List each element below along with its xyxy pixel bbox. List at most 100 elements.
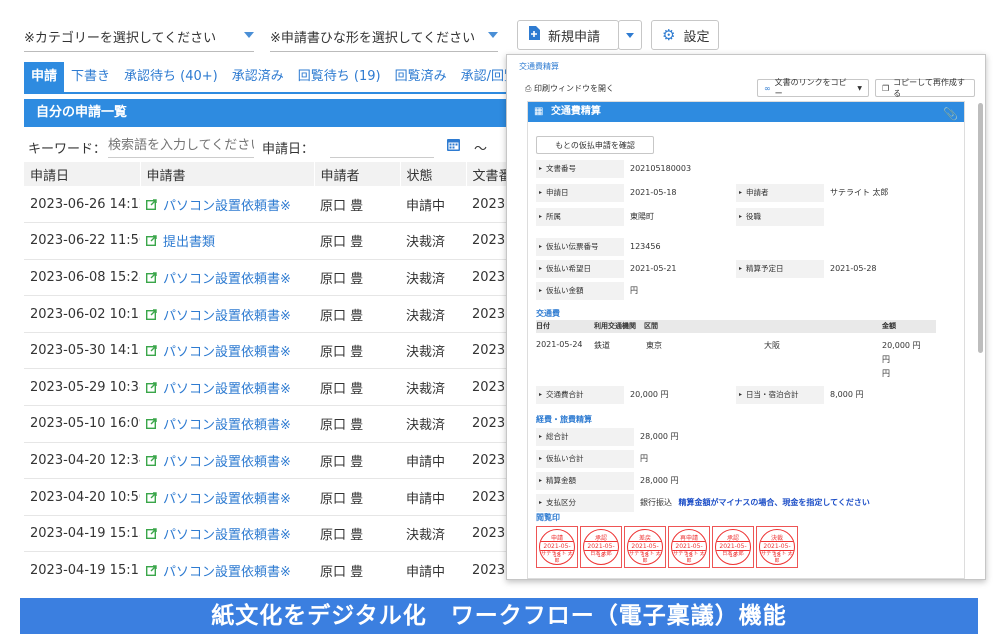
open-external-icon[interactable] [145, 491, 157, 507]
doc-number-cell: 20230 [466, 368, 506, 407]
document-link[interactable]: パソコン設置依頼書※ [163, 382, 291, 397]
check-advance-label: もとの仮払申請を確認 [555, 140, 635, 150]
payment-type-value: 銀行振込 [640, 498, 672, 507]
table-row[interactable]: 2023-04-19 15:11 パソコン設置依頼書※ 原口 豊申請中20230 [24, 551, 506, 580]
template-select[interactable]: ※申請書ひな形を選択してください [270, 18, 498, 52]
stamp-date: 2021-05-18 [716, 542, 750, 559]
scrollbar[interactable] [978, 103, 983, 353]
document-link[interactable]: パソコン設置依頼書※ [163, 455, 291, 470]
check-advance-button[interactable]: もとの仮払申請を確認 [536, 136, 654, 154]
tab-requests[interactable]: 申請 [24, 62, 65, 92]
request-date-cell: 2023-05-29 10:38 [24, 368, 140, 407]
approval-stamp: 申請 2021-05-18 サテライト 太郎 [539, 529, 575, 565]
status-cell: 決裁済 [400, 515, 466, 553]
status-cell: 申請中 [400, 551, 466, 580]
table-row[interactable]: 2023-05-29 10:38 パソコン設置依頼書※ 原口 豊決裁済20230 [24, 368, 506, 407]
stamp-role: 再申請 [672, 533, 706, 542]
transport-section-title: 交通費 [536, 309, 560, 318]
toolbar: ※カテゴリーを選択してください ※申請書ひな形を選択してください 新規申請 ⚙ … [24, 18, 1000, 52]
approval-stamp: 承認 2021-05-18 日本 太郎 [583, 529, 619, 565]
document-link[interactable]: 提出書類 [163, 235, 215, 250]
stamp-name: サテライト 太郎 [761, 551, 793, 564]
column-header[interactable]: 状態 [400, 162, 467, 186]
document-link[interactable]: パソコン設置依頼書※ [163, 492, 291, 507]
document-link[interactable]: パソコン設置依頼書※ [163, 272, 291, 287]
stamp-cell: 決裁 2021-05-18 サテライト 太郎 [756, 526, 798, 568]
applicant-cell: 原口 豊 [314, 295, 400, 333]
paperclip-icon[interactable]: 📎 [943, 104, 958, 124]
open-external-icon[interactable] [145, 418, 157, 433]
table-row[interactable]: 2023-06-08 15:28 パソコン設置依頼書※ 原口 豊決裁済20230 [24, 259, 506, 297]
doc-number: 202105180003 [630, 164, 692, 173]
tab-drafts[interactable]: 下書き [64, 62, 117, 92]
calendar-icon[interactable] [446, 137, 461, 156]
open-external-icon[interactable] [145, 272, 157, 287]
open-external-icon[interactable] [145, 345, 157, 360]
copy-link-button[interactable]: ∞ 文書のリンクをコピー ▼ [757, 78, 869, 98]
column-header[interactable]: 文書番号 [466, 162, 506, 186]
approval-stamp: 再申請 2021-05-18 サテライト 太郎 [671, 529, 707, 565]
category-select[interactable]: ※カテゴリーを選択してください [24, 18, 254, 52]
transport-amount-extra: 円 [882, 369, 890, 378]
stamp-date: 2021-05-18 [672, 542, 706, 559]
table-row[interactable]: 2023-05-30 14:13 パソコン設置依頼書※ 原口 豊決裁済20230 [24, 332, 506, 370]
settle-amount: 28,000 円 [640, 476, 679, 485]
column-header[interactable]: 申請日 [24, 162, 141, 186]
column-header[interactable]: 申請書 [140, 162, 315, 186]
table-row[interactable]: 2023-05-10 16:09 パソコン設置依頼書※ 原口 豊決裁済20230 [24, 405, 506, 443]
tab-approved-reviewed[interactable]: 承認/回覧 [454, 62, 506, 92]
stamp-date: 2021-05-18 [760, 542, 794, 559]
document-cell: 提出書類 [140, 222, 314, 260]
keyword-input[interactable] [108, 134, 254, 158]
copy-recreate-button[interactable]: ❐ コピーして再作成する [875, 78, 975, 98]
table-row[interactable]: 2023-06-22 11:56 提出書類 原口 豊決裁済20230 [24, 222, 506, 260]
open-external-icon[interactable] [145, 455, 157, 470]
document-link[interactable]: パソコン設置依頼書※ [163, 528, 291, 543]
stamp-date: 2021-05-18 [540, 542, 574, 559]
table-row[interactable]: 2023-04-20 10:50 パソコン設置依頼書※ 原口 豊申請中20230 [24, 478, 506, 516]
document-link[interactable]: パソコン設置依頼書※ [163, 565, 291, 580]
form-panel: ▦ 交通費精算 📎 もとの仮払申請を確認 文書番号 202105180003 申… [527, 101, 965, 579]
column-header[interactable]: 申請者 [314, 162, 401, 186]
open-external-icon[interactable] [145, 565, 157, 580]
list-title: 自分の申請一覧 [24, 99, 506, 127]
form-header: ▦ 交通費精算 📎 [528, 102, 964, 122]
new-request-dropdown-button[interactable] [618, 20, 642, 50]
column-header: 利用交通機関 [594, 322, 636, 330]
stamp-cell: 承認 2021-05-18 日本 太郎 [580, 526, 622, 568]
open-external-icon[interactable] [145, 308, 157, 324]
request-date-cell: 2023-04-20 10:50 [24, 478, 140, 516]
tab-reviewed[interactable]: 回覧済み [388, 62, 454, 92]
stamp-name: 日本 太郎 [590, 551, 612, 557]
tab-approved[interactable]: 承認済み [225, 62, 291, 92]
payment-type: 銀行振込 精算金額がマイナスの場合、現金を指定してください [640, 494, 870, 512]
advance-hope-date: 2021-05-21 [630, 264, 677, 273]
print-button[interactable]: ⎙ 印刷ウィンドウを開く [525, 83, 614, 94]
tab-pending-review[interactable]: 回覧待ち (19) [291, 62, 388, 92]
document-link[interactable]: パソコン設置依頼書※ [163, 345, 291, 360]
status-cell: 申請中 [400, 478, 466, 516]
document-link[interactable]: パソコン設置依頼書※ [163, 199, 291, 214]
table-row[interactable]: 2023-06-02 10:13 パソコン設置依頼書※ 原口 豊決裁済20230 [24, 295, 506, 333]
tab-pending-approval[interactable]: 承認待ち (40+) [117, 62, 225, 92]
open-external-icon[interactable] [145, 235, 157, 250]
table-row[interactable]: 2023-06-26 14:12 パソコン設置依頼書※ 原口 豊申請中20230 [24, 186, 506, 224]
applicant-cell: 原口 豊 [314, 405, 400, 443]
open-external-icon[interactable] [145, 528, 157, 543]
open-external-icon[interactable] [145, 382, 157, 397]
field-label: 役職 [736, 208, 824, 226]
settings-button[interactable]: ⚙ 設定 [651, 20, 719, 50]
request-date-cell: 2023-05-30 14:13 [24, 332, 140, 370]
field-label: 申請日 [536, 184, 624, 202]
feature-banner: 紙文化をデジタル化 ワークフロー（電子稟議）機能 [20, 598, 978, 634]
approval-stamp: 決裁 2021-05-18 サテライト 太郎 [759, 529, 795, 565]
request-date-cell: 2023-04-19 15:11 [24, 551, 140, 580]
document-link[interactable]: パソコン設置依頼書※ [163, 309, 291, 324]
new-request-button[interactable]: 新規申請 [517, 20, 619, 50]
document-link[interactable]: パソコン設置依頼書※ [163, 418, 291, 433]
table-row[interactable]: 2023-04-20 12:34 パソコン設置依頼書※ 原口 豊申請中20230 [24, 442, 506, 480]
date-from-input[interactable] [330, 134, 434, 158]
status-cell: 申請中 [400, 442, 466, 480]
open-external-icon[interactable] [145, 198, 157, 214]
table-row[interactable]: 2023-04-19 15:13 パソコン設置依頼書※ 原口 豊決裁済20230 [24, 515, 506, 553]
